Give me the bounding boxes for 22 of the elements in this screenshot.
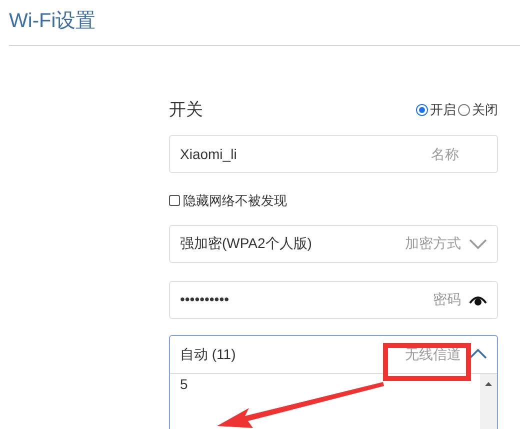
scroll-up-icon[interactable] xyxy=(485,382,492,386)
radio-button[interactable] xyxy=(416,104,428,116)
page-title: Wi-Fi设置 xyxy=(9,9,96,34)
channel-option[interactable]: 5 xyxy=(180,374,188,394)
switch-label: 开关 xyxy=(169,99,203,122)
field-label: 加密方式 xyxy=(405,234,461,253)
channel-select[interactable]: 自动 (11) 无线信道 xyxy=(170,336,497,372)
encryption-select[interactable]: 强加密(WPA2个人版) 加密方式 xyxy=(169,224,498,262)
radio-option[interactable]: 开启 xyxy=(416,100,456,120)
eye-icon[interactable] xyxy=(469,294,487,306)
field-label: 名称 xyxy=(431,144,459,164)
chevron-icon xyxy=(469,349,487,359)
checkbox-label: 隐藏网络不被发现 xyxy=(183,192,287,210)
radio-option[interactable]: 关闭 xyxy=(458,100,498,120)
checkbox[interactable] xyxy=(169,195,180,206)
field-label: 密码 xyxy=(433,290,461,309)
scrollbar[interactable] xyxy=(480,374,497,429)
field-label: 无线信道 xyxy=(405,344,461,364)
name-field[interactable]: Xiaomi_li 名称 xyxy=(169,135,498,173)
password-field[interactable]: •••••••••• 密码 xyxy=(169,280,498,318)
chevron-icon xyxy=(469,238,487,248)
radio-button[interactable] xyxy=(458,104,470,116)
